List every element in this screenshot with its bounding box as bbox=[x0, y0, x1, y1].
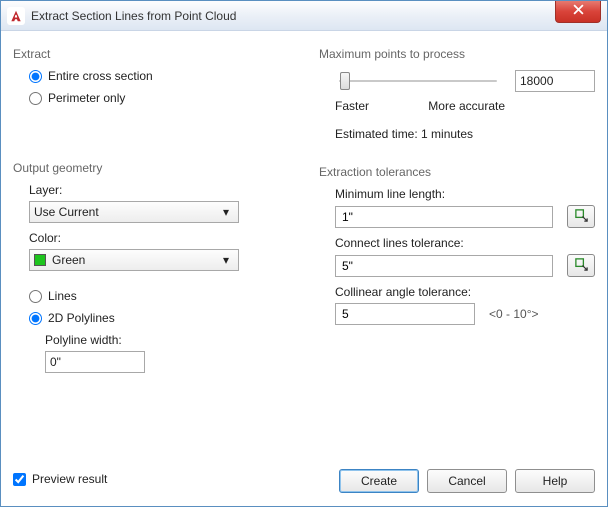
radio-perimeter-input[interactable] bbox=[29, 92, 42, 105]
close-icon bbox=[573, 4, 584, 18]
chevron-down-icon: ▾ bbox=[218, 253, 234, 267]
maxpoints-slider[interactable] bbox=[335, 69, 501, 93]
polyline-width-label: Polyline width: bbox=[45, 333, 289, 347]
color-swatch bbox=[34, 254, 46, 266]
radio-poly2d-input[interactable] bbox=[29, 312, 42, 325]
cancel-button[interactable]: Cancel bbox=[427, 469, 507, 493]
radio-perimeter-label: Perimeter only bbox=[48, 91, 125, 105]
dialog-window: Extract Section Lines from Point Cloud E… bbox=[0, 0, 608, 507]
minlen-label: Minimum line length: bbox=[335, 187, 595, 201]
tolerances-group-label: Extraction tolerances bbox=[319, 165, 595, 179]
maxpoints-group-label: Maximum points to process bbox=[319, 47, 595, 61]
color-select[interactable]: Green ▾ bbox=[29, 249, 239, 271]
right-column: Maximum points to process Faster More ac… bbox=[319, 41, 595, 373]
output-group-label: Output geometry bbox=[13, 161, 289, 175]
radio-lines[interactable]: Lines bbox=[29, 289, 289, 303]
dialog-body: Extract Entire cross section Perimeter o… bbox=[1, 31, 607, 385]
polyline-width-input[interactable] bbox=[45, 351, 145, 373]
footer: Preview result Create Cancel Help bbox=[13, 468, 595, 494]
pick-icon bbox=[574, 257, 589, 275]
chevron-down-icon: ▾ bbox=[218, 205, 234, 219]
preview-result-checkbox[interactable]: Preview result bbox=[13, 472, 107, 486]
minlen-pick-button[interactable] bbox=[567, 205, 595, 228]
estimated-time: Estimated time: 1 minutes bbox=[335, 127, 595, 141]
radio-entire-input[interactable] bbox=[29, 70, 42, 83]
connect-input[interactable] bbox=[335, 255, 553, 277]
slider-faster-label: Faster bbox=[335, 99, 369, 113]
radio-entire-label: Entire cross section bbox=[48, 69, 153, 83]
create-button[interactable]: Create bbox=[339, 469, 419, 493]
window-title: Extract Section Lines from Point Cloud bbox=[31, 9, 236, 23]
radio-perimeter-only[interactable]: Perimeter only bbox=[29, 91, 289, 105]
layer-label: Layer: bbox=[29, 183, 289, 197]
app-icon bbox=[7, 7, 25, 25]
connect-pick-button[interactable] bbox=[567, 254, 595, 277]
radio-lines-label: Lines bbox=[48, 289, 77, 303]
layer-value: Use Current bbox=[34, 205, 99, 219]
preview-checkbox-input[interactable] bbox=[13, 473, 26, 486]
collinear-input[interactable] bbox=[335, 303, 475, 325]
radio-2d-polylines[interactable]: 2D Polylines bbox=[29, 311, 289, 325]
preview-label: Preview result bbox=[32, 472, 107, 486]
layer-select[interactable]: Use Current ▾ bbox=[29, 201, 239, 223]
slider-thumb[interactable] bbox=[340, 72, 350, 90]
connect-label: Connect lines tolerance: bbox=[335, 236, 595, 250]
help-button[interactable]: Help bbox=[515, 469, 595, 493]
color-label: Color: bbox=[29, 231, 289, 245]
maxpoints-input[interactable] bbox=[515, 70, 595, 92]
pick-icon bbox=[574, 208, 589, 226]
radio-entire-cross-section[interactable]: Entire cross section bbox=[29, 69, 289, 83]
radio-poly2d-label: 2D Polylines bbox=[48, 311, 115, 325]
slider-accurate-label: More accurate bbox=[428, 99, 505, 113]
collinear-hint: <0 - 10°> bbox=[489, 307, 549, 321]
titlebar: Extract Section Lines from Point Cloud bbox=[1, 1, 607, 31]
collinear-label: Collinear angle tolerance: bbox=[335, 285, 595, 299]
extract-group-label: Extract bbox=[13, 47, 289, 61]
left-column: Extract Entire cross section Perimeter o… bbox=[13, 41, 289, 373]
radio-lines-input[interactable] bbox=[29, 290, 42, 303]
minlen-input[interactable] bbox=[335, 206, 553, 228]
color-value: Green bbox=[52, 253, 85, 267]
close-button[interactable] bbox=[555, 1, 601, 23]
